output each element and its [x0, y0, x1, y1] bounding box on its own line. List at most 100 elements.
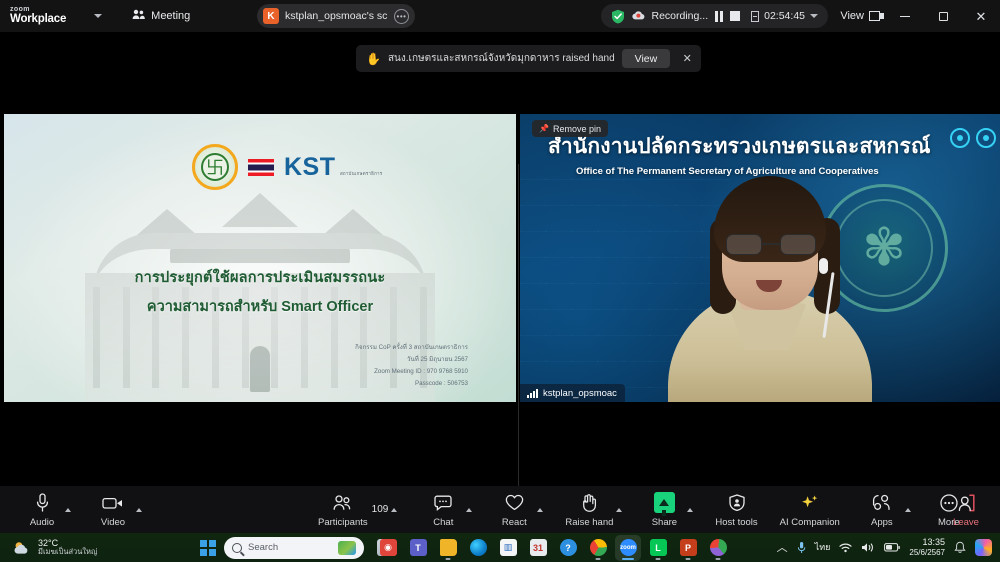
- react-options-chevron-icon[interactable]: [537, 508, 543, 512]
- meeting-stage: 卐 KST สถาบันเกษตราธิการ การประยุกต์ใช้ผล…: [0, 82, 1000, 486]
- audio-button[interactable]: Audio: [22, 488, 62, 532]
- close-button[interactable]: ✕: [962, 0, 1000, 32]
- weather-widget[interactable]: 32°C มีเมฆเป็นส่วนใหญ่: [12, 538, 97, 557]
- timer-chevron-down-icon: [810, 14, 818, 18]
- participants-icon: [333, 492, 353, 514]
- chrome-icon: [590, 539, 607, 556]
- react-button[interactable]: React: [494, 488, 534, 532]
- apps-icon: [872, 492, 891, 514]
- apps-options-chevron-icon[interactable]: [905, 508, 911, 512]
- notification-view-button[interactable]: View: [622, 49, 671, 68]
- notification-bell-icon[interactable]: [954, 541, 966, 554]
- battery-icon[interactable]: [884, 543, 900, 552]
- taskbar-app-powerpoint[interactable]: P: [675, 535, 701, 561]
- share-options-chevron-icon[interactable]: [687, 508, 693, 512]
- chat-button[interactable]: Chat: [423, 488, 463, 532]
- tray-expand-icon[interactable]: ︿: [777, 539, 788, 555]
- video-options-chevron-icon[interactable]: [136, 508, 142, 512]
- screen-share-title: kstplan_opsmoac's screen: [285, 10, 388, 22]
- pinned-video-tile[interactable]: ✾ สำนักงานปลัดกระทรวงเกษตรและสหกรณ์ Offi…: [520, 114, 1000, 402]
- view-button[interactable]: View: [832, 4, 888, 28]
- participant-name-label: kstplan_opsmoac: [543, 388, 617, 399]
- taskbar-search-input[interactable]: Search: [224, 537, 364, 559]
- participants-button-label: Participants: [318, 517, 368, 528]
- raise-hand-notification: ✋ สนง.เกษตรและสหกรณ์จังหวัดมุกดาหาร rais…: [356, 45, 701, 72]
- share-screen-button[interactable]: Share: [644, 488, 684, 532]
- ai-companion-button[interactable]: AI Companion: [780, 488, 840, 532]
- audio-button-label: Audio: [30, 517, 54, 528]
- taskbar-app-line[interactable]: L: [645, 535, 671, 561]
- audio-signal-icon: [527, 389, 538, 398]
- taskbar-app-recorder[interactable]: ◉: [375, 535, 401, 561]
- raise-hand-options-chevron-icon[interactable]: [616, 508, 622, 512]
- taskbar-app-zoom[interactable]: zoom: [615, 535, 641, 561]
- participants-button[interactable]: Participants: [318, 488, 368, 532]
- security-shield-icon[interactable]: [611, 9, 625, 24]
- zoom-icon: zoom: [620, 539, 637, 556]
- slide-logos: 卐 KST สถาบันเกษตราธิการ: [192, 144, 382, 190]
- share-screen-icon: [654, 492, 675, 514]
- search-image-thumbnail: [338, 541, 356, 555]
- taskbar-app-help[interactable]: ?: [555, 535, 581, 561]
- minimize-button[interactable]: [886, 0, 924, 32]
- chat-options-chevron-icon[interactable]: [466, 508, 472, 512]
- taskbar-clock[interactable]: 13:35 25/6/2567: [909, 537, 945, 557]
- timer-icon: [751, 11, 759, 22]
- weather-description: มีเมฆเป็นส่วนใหญ่: [38, 548, 97, 557]
- meeting-tab[interactable]: Meeting: [126, 4, 196, 28]
- notification-close-icon[interactable]: ✕: [677, 52, 697, 65]
- apps-button-label: Apps: [871, 517, 893, 528]
- minimize-icon: [900, 16, 910, 17]
- host-tools-button-label: Host tools: [715, 517, 757, 528]
- remove-pin-button[interactable]: 📌 Remove pin: [532, 120, 608, 137]
- participants-options-chevron-icon[interactable]: [391, 508, 397, 512]
- meeting-timer[interactable]: 02:54:45: [751, 10, 818, 22]
- recording-status-group: Recording... 02:54:45: [601, 4, 829, 28]
- window-controls: ✕: [886, 0, 1000, 32]
- language-indicator[interactable]: ไทย: [815, 540, 831, 554]
- taskbar-app-chrome-2[interactable]: [705, 535, 731, 561]
- workspace-switcher-button[interactable]: [88, 0, 108, 32]
- shared-screen-pane[interactable]: 卐 KST สถาบันเกษตราธิการ การประยุกต์ใช้ผล…: [4, 114, 516, 402]
- raised-hand-icon: ✋: [366, 52, 381, 66]
- screen-share-more-icon[interactable]: •••: [394, 9, 409, 24]
- participants-count: 109: [372, 504, 389, 515]
- speaker-video-image: [660, 162, 880, 402]
- thai-flag-icon: [248, 159, 274, 176]
- wifi-icon[interactable]: [839, 542, 852, 553]
- store-icon: ▥: [500, 539, 517, 556]
- slide-meta-date: วันที่ 25 มิถุนายน 2567: [355, 354, 468, 366]
- maximize-button[interactable]: [924, 0, 962, 32]
- taskbar-app-chrome-1[interactable]: [585, 535, 611, 561]
- banner-thai-text: สำนักงานปลัดกระทรวงเกษตรและสหกรณ์: [548, 130, 992, 163]
- kst-logo-text: KST: [284, 153, 336, 181]
- slide-title-line2: ความสามารถสำหรับ Smart Officer: [4, 295, 516, 318]
- windows-start-icon[interactable]: [200, 540, 216, 556]
- shared-screen-chip[interactable]: K kstplan_opsmoac's screen •••: [257, 4, 415, 28]
- maximize-icon: [939, 12, 948, 21]
- slide-meta-block: กิจกรรม CoP ครั้งที่ 3 สถาบันเกษตราธิการ…: [355, 342, 468, 390]
- brand-zoom-text: zoom: [10, 6, 66, 13]
- video-button[interactable]: Video: [93, 488, 133, 532]
- taskbar-app-edge[interactable]: [465, 535, 491, 561]
- taskbar-app-store[interactable]: ▥: [495, 535, 521, 561]
- copilot-icon[interactable]: [975, 539, 992, 556]
- teams-icon: T: [410, 539, 427, 556]
- taskbar-app-list: ◉ T ▥ 31 ? zoom L P: [375, 535, 731, 561]
- taskbar-app-teams[interactable]: T: [405, 535, 431, 561]
- audio-options-chevron-icon[interactable]: [65, 508, 71, 512]
- zoom-workplace-logo: zoom Workplace: [10, 6, 66, 26]
- stop-recording-button[interactable]: [730, 11, 740, 21]
- recorder-icon: ◉: [380, 539, 397, 556]
- host-tools-button[interactable]: Host tools: [715, 488, 757, 532]
- apps-button[interactable]: Apps: [862, 488, 902, 532]
- pause-recording-button[interactable]: [715, 11, 723, 22]
- volume-icon[interactable]: [861, 542, 875, 553]
- taskbar-app-file-explorer[interactable]: [435, 535, 461, 561]
- tray-microphone-icon[interactable]: [797, 541, 806, 554]
- edge-icon: [470, 539, 487, 556]
- leave-button[interactable]: Leave: [946, 488, 986, 532]
- raise-hand-button[interactable]: Raise hand: [565, 488, 613, 532]
- taskbar-app-calendar[interactable]: 31: [525, 535, 551, 561]
- windows-taskbar: 32°C มีเมฆเป็นส่วนใหญ่ Search ◉ T ▥ 31 ?: [0, 533, 1000, 562]
